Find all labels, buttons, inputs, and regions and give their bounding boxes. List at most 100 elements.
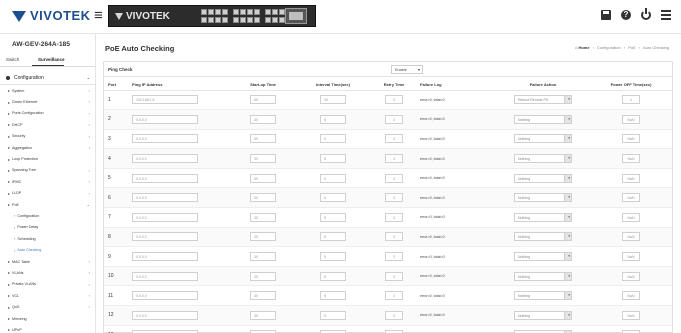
sidebar-item[interactable]: ▸ LLDP ‹ xyxy=(0,188,95,199)
save-icon[interactable] xyxy=(601,10,611,20)
sidebar-item[interactable]: ▸ UPnP xyxy=(0,324,95,333)
sidebar-item[interactable]: › Scheduling xyxy=(0,233,95,244)
port-led[interactable] xyxy=(254,9,260,15)
port-led[interactable] xyxy=(208,17,214,23)
port-led[interactable] xyxy=(265,9,271,15)
menu-icon[interactable] xyxy=(661,10,671,20)
failure-action-select[interactable]: Nothing ▾ xyxy=(514,114,572,124)
help-icon[interactable]: ? xyxy=(621,10,631,20)
sfp-port[interactable] xyxy=(285,8,307,24)
interval-time-input[interactable]: 30 xyxy=(320,95,346,105)
failure-action-select[interactable]: Nothing ▾ xyxy=(514,173,572,183)
sidebar-item[interactable]: ▸ Aggregation ‹ xyxy=(0,142,95,153)
startup-time-input[interactable]: 30 xyxy=(250,114,276,124)
sidebar-item[interactable]: ▸ Private VLANs ‹ xyxy=(0,279,95,290)
startup-time-input[interactable]: 30 xyxy=(250,310,276,320)
ping-ip-input[interactable]: 192.168.1.8 xyxy=(132,95,198,105)
failure-action-select[interactable]: Nothing ▾ xyxy=(514,310,572,320)
power-off-time-input[interactable]: NaN xyxy=(622,134,640,144)
startup-time-input[interactable]: 30 xyxy=(250,173,276,183)
interval-time-input[interactable]: 5 xyxy=(320,173,346,183)
failure-action-select[interactable]: Nothing ▾ xyxy=(514,212,572,222)
port-led[interactable] xyxy=(272,9,278,15)
interval-time-input[interactable]: 5 xyxy=(320,291,346,301)
port-led[interactable] xyxy=(272,17,278,23)
power-off-time-input[interactable]: NaN xyxy=(622,252,640,262)
power-off-time-input[interactable]: NaN xyxy=(622,193,640,203)
sidebar-item[interactable]: ▸ DHCP ‹ xyxy=(0,119,95,130)
interval-time-input[interactable]: 5 xyxy=(320,252,346,262)
interval-time-input[interactable]: 5 xyxy=(320,310,346,320)
sidebar-item[interactable]: ▸ Security ‹ xyxy=(0,131,95,142)
power-off-time-input[interactable]: NaN xyxy=(622,310,640,320)
sidebar-item[interactable]: ▸ Loop Protection xyxy=(0,153,95,164)
startup-time-input[interactable]: 30 xyxy=(250,291,276,301)
port-led[interactable] xyxy=(222,9,228,15)
breadcrumb-configuration[interactable]: Configuration xyxy=(597,45,621,50)
startup-time-input[interactable]: 30 xyxy=(250,193,276,203)
port-led[interactable] xyxy=(240,9,246,15)
sidebar-item[interactable]: ▸ PoE ⌄ xyxy=(0,199,95,210)
power-off-time-input[interactable]: NaN xyxy=(622,291,640,301)
port-led[interactable] xyxy=(233,17,239,23)
port-led[interactable] xyxy=(215,17,221,23)
power-off-time-input[interactable]: NaN xyxy=(622,232,640,242)
ping-ip-input[interactable]: 0.0.0.0 xyxy=(132,310,198,320)
interval-time-input[interactable]: 5 xyxy=(320,212,346,222)
ping-ip-input[interactable]: 0.0.0.0 xyxy=(132,114,198,124)
sidebar-item[interactable]: ▸ System ‹ xyxy=(0,85,95,96)
tab-switch[interactable]: Switch xyxy=(0,54,32,66)
failure-action-select[interactable]: Nothing ▾ xyxy=(514,252,572,262)
startup-time-input[interactable]: 30 xyxy=(250,232,276,242)
sidebar-item[interactable]: ▸ Spanning Tree ‹ xyxy=(0,165,95,176)
retry-time-input[interactable]: 3 xyxy=(385,193,403,203)
ping-ip-input[interactable]: 0.0.0.0 xyxy=(132,212,198,222)
port-led[interactable] xyxy=(201,17,207,23)
sidebar-item[interactable]: › Auto Checking xyxy=(0,244,95,255)
interval-time-input[interactable]: 5 xyxy=(320,271,346,281)
retry-time-input[interactable]: 3 xyxy=(385,114,403,124)
power-off-time-input[interactable]: NaN xyxy=(622,114,640,124)
retry-time-input[interactable]: 3 xyxy=(385,232,403,242)
startup-time-input[interactable]: 30 xyxy=(250,252,276,262)
sidebar-item[interactable]: ▸ VLANs ‹ xyxy=(0,267,95,278)
failure-action-select[interactable]: Reboot Remote PD ▾ xyxy=(514,95,572,105)
interval-time-input[interactable]: 5 xyxy=(320,193,346,203)
interval-time-input[interactable]: 5 xyxy=(320,134,346,144)
retry-time-input[interactable]: 3 xyxy=(385,173,403,183)
port-led[interactable] xyxy=(215,9,221,15)
failure-action-select[interactable]: Nothing ▾ xyxy=(514,291,572,301)
port-led[interactable] xyxy=(265,17,271,23)
tab-surveillance[interactable]: Surveillance xyxy=(32,54,65,66)
failure-action-select[interactable]: Nothing ▾ xyxy=(514,154,572,164)
port-led[interactable] xyxy=(247,17,253,23)
sidebar-item[interactable]: ▸ Green Ethernet ‹ xyxy=(0,96,95,107)
ping-check-select[interactable]: Enable xyxy=(391,65,423,74)
port-led[interactable] xyxy=(201,9,207,15)
retry-time-input[interactable]: 3 xyxy=(385,310,403,320)
ping-ip-input[interactable]: 0.0.0.0 xyxy=(132,193,198,203)
port-led[interactable] xyxy=(208,9,214,15)
ping-ip-input[interactable]: 0.0.0.0 xyxy=(132,252,198,262)
sidebar-section-configuration[interactable]: Configuration ⌄ xyxy=(0,71,95,85)
power-off-time-input[interactable]: NaN xyxy=(622,173,640,183)
ping-ip-input[interactable]: 0.0.0.0 xyxy=(132,173,198,183)
power-off-time-input[interactable]: NaN xyxy=(622,212,640,222)
power-off-time-input[interactable]: 4 xyxy=(622,95,640,105)
retry-time-input[interactable]: 3 xyxy=(385,95,403,105)
retry-time-input[interactable]: 3 xyxy=(385,154,403,164)
sidebar-item[interactable]: ▸ IPMC ‹ xyxy=(0,176,95,187)
sidebar-item[interactable]: ▸ MAC Table ‹ xyxy=(0,256,95,267)
retry-time-input[interactable]: 3 xyxy=(385,212,403,222)
interval-time-input[interactable]: 5 xyxy=(320,114,346,124)
sidebar-item[interactable]: › Configuration xyxy=(0,210,95,221)
startup-time-input[interactable]: 30 xyxy=(250,271,276,281)
ping-ip-input[interactable]: 0.0.0.0 xyxy=(132,291,198,301)
startup-time-input[interactable]: 30 xyxy=(250,212,276,222)
port-led[interactable] xyxy=(233,9,239,15)
sidebar-item[interactable]: › Power Delay xyxy=(0,222,95,233)
startup-time-input[interactable]: 30 xyxy=(250,154,276,164)
failure-action-select[interactable]: Nothing ▾ xyxy=(514,232,572,242)
breadcrumb-home[interactable]: ⌂ Home xyxy=(575,45,590,50)
port-led[interactable] xyxy=(254,17,260,23)
